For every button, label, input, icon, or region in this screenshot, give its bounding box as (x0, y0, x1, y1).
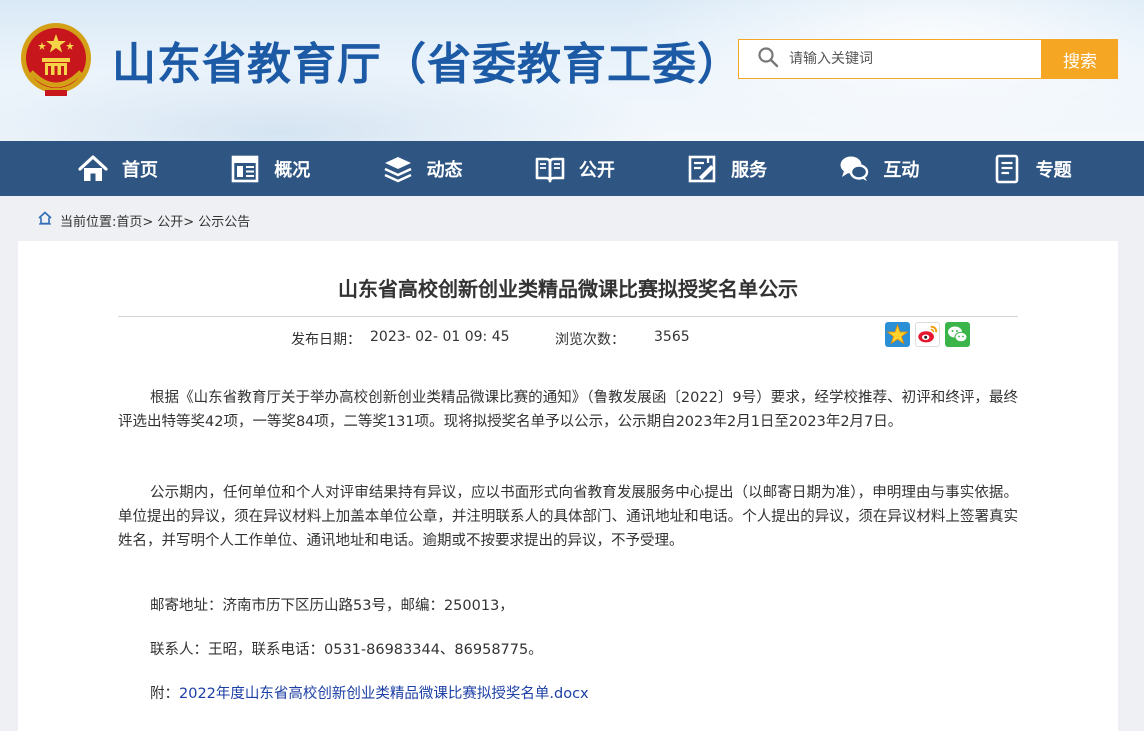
breadcrumb-home-icon[interactable] (38, 211, 60, 229)
breadcrumb-link-notices[interactable]: 公示公告 (198, 211, 250, 230)
site-title[interactable]: 山东省教育厅（省委教育工委） (112, 28, 742, 92)
nav-item-label: 服务 (731, 159, 768, 181)
service-icon (687, 154, 717, 184)
nav-item-interact[interactable]: 互动 (839, 141, 991, 196)
chat-bubbles-icon (839, 154, 869, 184)
title-divider (118, 316, 1018, 317)
mailing-address: 邮寄地址：济南市历下区历山路53号，邮编：250013， (150, 598, 514, 614)
nav-item-topics[interactable]: 专题 (992, 141, 1144, 196)
document-icon (992, 154, 1022, 184)
nav-item-open[interactable]: 公开 (535, 141, 687, 196)
open-book-icon (535, 154, 565, 184)
breadcrumb: 当前位置: 首页> 公开> 公示公告 (38, 210, 250, 230)
main-nav: 首页 概况 动态 公开 服务 互动 专题 (0, 141, 1144, 196)
nav-item-label: 概况 (274, 159, 311, 181)
nav-item-label: 动态 (426, 159, 463, 181)
contact-info: 联系人：王昭，联系电话：0531-86983344、86958775。 (150, 642, 543, 658)
attachment-link[interactable]: 2022年度山东省高校创新创业类精品微课比赛拟授奖名单.docx (179, 686, 589, 702)
search-input[interactable] (789, 51, 1039, 67)
nav-item-home[interactable]: 首页 (78, 141, 230, 196)
article-paragraph-1: 根据《山东省教育厅关于举办高校创新创业类精品微课比赛的通知》（鲁教发展函〔202… (118, 390, 1018, 430)
attachment-prefix: 附： (150, 686, 179, 702)
breadcrumb-prefix: 当前位置: (60, 214, 117, 230)
attachment-line: 附：2022年度山东省高校创新创业类精品微课比赛拟授奖名单.docx (150, 682, 589, 703)
overview-icon (230, 154, 260, 184)
views-label: 浏览次数： (555, 332, 625, 348)
views-count: 3565 (654, 329, 690, 345)
share-star-icon[interactable] (885, 322, 910, 347)
breadcrumb-link-home[interactable]: 首页> (116, 211, 153, 230)
national-emblem-icon[interactable] (17, 20, 95, 100)
weibo-icon[interactable] (915, 322, 940, 347)
breadcrumb-link-open[interactable]: 公开> (157, 211, 194, 230)
wechat-icon[interactable] (945, 322, 970, 347)
nav-item-label: 公开 (578, 159, 615, 181)
nav-item-overview[interactable]: 概况 (230, 141, 382, 196)
search-field[interactable] (738, 39, 1042, 79)
nav-item-service[interactable]: 服务 (687, 141, 839, 196)
article-paragraph-2: 公示期内，任何单位和个人对评审结果持有异议，应以书面形式向省教育发展服务中心提出… (118, 485, 1018, 549)
search-button[interactable]: 搜索 (1042, 39, 1118, 79)
publish-date-value: 2023- 02- 01 09: 45 (370, 329, 510, 345)
search-box: 搜索 (738, 39, 1118, 79)
search-icon (757, 46, 779, 72)
site-header: 山东省教育厅（省委教育工委） 搜索 (0, 0, 1144, 141)
article-title: 山东省高校创新创业类精品微课比赛拟授奖名单公示 (338, 277, 798, 301)
article-card: 山东省高校创新创业类精品微课比赛拟授奖名单公示 发布日期： 2023- 02- … (18, 241, 1118, 731)
nav-item-label: 首页 (122, 159, 158, 181)
nav-item-label: 专题 (1035, 159, 1072, 181)
share-bar (885, 322, 970, 347)
nav-item-label: 互动 (883, 159, 920, 181)
news-stack-icon (383, 154, 413, 184)
nav-item-news[interactable]: 动态 (383, 141, 535, 196)
home-icon (78, 154, 108, 184)
publish-date-label: 发布日期： (291, 332, 361, 348)
